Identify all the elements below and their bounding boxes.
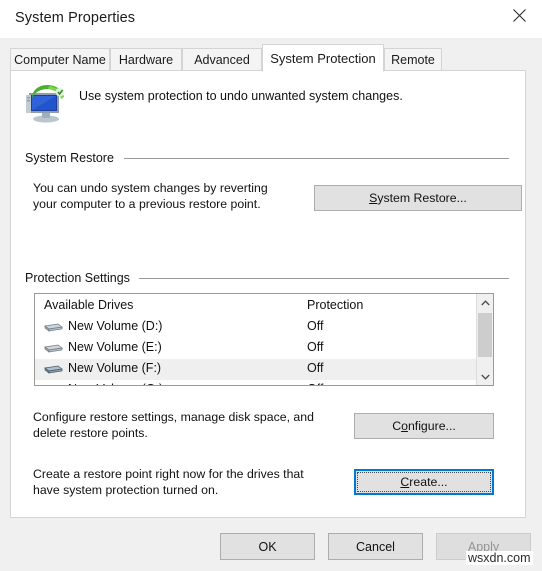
drive-icon xyxy=(44,344,63,353)
column-header-available-drives: Available Drives xyxy=(44,298,134,312)
configure-button[interactable]: Configure... xyxy=(354,413,494,439)
cancel-button-label: Cancel xyxy=(356,539,395,554)
tab-label: Hardware xyxy=(118,53,174,67)
system-restore-button-label: System Restore... xyxy=(369,191,467,205)
column-header-protection: Protection xyxy=(307,298,364,312)
drive-name: New Volume (E:) xyxy=(68,340,162,354)
configure-button-label: Configure... xyxy=(392,419,456,433)
group-separator-system-restore xyxy=(124,158,509,159)
tab-panel-system-protection: Use system protection to undo unwanted s… xyxy=(10,70,526,518)
tab-advanced[interactable]: Advanced xyxy=(182,48,262,71)
listbox-header: Available Drives Protection xyxy=(35,294,493,317)
available-drives-listbox[interactable]: Available Drives Protection New Volume (… xyxy=(34,293,494,386)
drive-protection: Off xyxy=(307,319,324,333)
tab-computer-name[interactable]: Computer Name xyxy=(10,48,110,71)
watermark: wsxdn.com xyxy=(466,551,533,565)
table-row[interactable]: New Volume (E:) Off xyxy=(35,338,493,359)
group-label-system-restore: System Restore xyxy=(25,151,121,165)
scrollbar-thumb[interactable] xyxy=(478,313,492,357)
chevron-down-icon xyxy=(480,374,490,380)
drive-name: New Volume (D:) xyxy=(68,319,163,333)
close-button[interactable] xyxy=(496,0,542,30)
ok-button[interactable]: OK xyxy=(220,533,315,560)
group-separator-protection-settings xyxy=(139,278,509,279)
ok-button-label: OK xyxy=(258,539,277,554)
tab-strip: Computer Name Hardware Advanced System P… xyxy=(0,44,542,72)
drive-name: New Volume (G:) xyxy=(68,382,163,385)
title-bar: System Properties xyxy=(0,0,542,38)
drive-icon xyxy=(44,365,63,374)
drive-icon xyxy=(44,323,63,332)
create-description: Create a restore point right now for the… xyxy=(33,467,304,497)
tab-label: Computer Name xyxy=(14,53,106,67)
drive-name: New Volume (F:) xyxy=(68,361,162,375)
scroll-up-button[interactable] xyxy=(477,294,493,311)
tab-label: Remote xyxy=(391,53,435,67)
listbox-rows: New Volume (D:) Off New Volume (E:) Off xyxy=(35,317,493,386)
cancel-button[interactable]: Cancel xyxy=(328,533,423,560)
window-title: System Properties xyxy=(15,10,136,26)
chevron-up-icon xyxy=(480,299,490,305)
tab-hardware[interactable]: Hardware xyxy=(110,48,182,71)
system-restore-description: You can undo system changes by reverting… xyxy=(33,181,268,211)
table-row[interactable]: New Volume (D:) Off xyxy=(35,317,493,338)
tab-label: Advanced xyxy=(194,53,250,67)
drive-protection: Off xyxy=(307,340,324,354)
create-button[interactable]: Create... xyxy=(354,469,494,495)
group-label-protection-settings: Protection Settings xyxy=(25,271,137,285)
system-protection-icon xyxy=(25,83,69,125)
table-row[interactable]: New Volume (G:) Off xyxy=(35,380,493,386)
table-row[interactable]: New Volume (F:) Off xyxy=(35,359,493,380)
scroll-down-button[interactable] xyxy=(477,368,493,385)
drive-icon xyxy=(43,384,63,386)
drive-protection: Off xyxy=(307,382,323,385)
header-description: Use system protection to undo unwanted s… xyxy=(79,89,403,103)
close-icon xyxy=(512,8,526,22)
drive-protection: Off xyxy=(307,361,324,375)
create-button-label: Create... xyxy=(400,475,448,489)
tab-label: System Protection xyxy=(270,50,376,66)
listbox-scrollbar[interactable] xyxy=(476,294,493,385)
system-restore-button[interactable]: System Restore... xyxy=(314,185,522,211)
tab-system-protection[interactable]: System Protection xyxy=(262,44,384,72)
tab-remote[interactable]: Remote xyxy=(384,48,442,71)
configure-description: Configure restore settings, manage disk … xyxy=(33,410,314,440)
